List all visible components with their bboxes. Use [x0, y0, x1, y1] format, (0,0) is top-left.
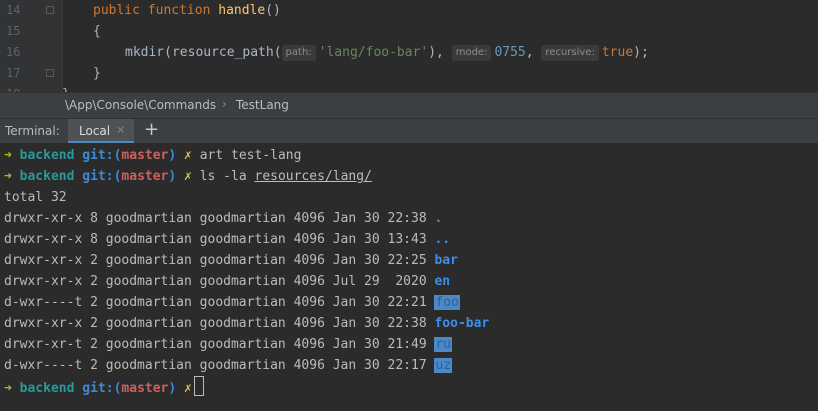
- parameter-hint: recursive:: [541, 45, 599, 61]
- prompt-line[interactable]: ➜ backend git:(master) ✗: [4, 376, 204, 397]
- path-link[interactable]: resources/lang/: [255, 169, 372, 184]
- listing-meta: drwxr-xr-t 2 goodmartian goodmartian 409…: [4, 337, 435, 352]
- prompt-dir: backend: [19, 381, 75, 396]
- line-number: 16: [6, 45, 21, 59]
- prompt-arrow-icon: ➜: [4, 148, 12, 163]
- code-text: }: [93, 66, 101, 81]
- dirty-icon: ✗: [184, 148, 192, 163]
- listing-name-highlighted: foo: [434, 295, 460, 310]
- keyword: public: [93, 3, 140, 18]
- tab-label: Local: [79, 124, 111, 138]
- prompt-branch: master: [121, 381, 169, 396]
- breadcrumb-namespace[interactable]: \App\Console\Commands: [65, 98, 216, 112]
- line-number-gutter: 14 15 16 17 18: [0, 0, 63, 92]
- dirty-icon: ✗: [184, 169, 192, 184]
- dirty-icon: ✗: [184, 381, 192, 396]
- listing-name: foo-bar: [434, 316, 490, 331]
- breadcrumb: \App\Console\Commands › TestLang: [0, 92, 818, 119]
- fold-marker-icon[interactable]: [46, 6, 54, 14]
- tab-local[interactable]: Local ×: [68, 119, 134, 143]
- prompt-git: git:(: [82, 148, 122, 163]
- command-text: art test-lang: [199, 148, 302, 163]
- fold-marker-icon[interactable]: [46, 69, 54, 77]
- code-line: {: [93, 21, 101, 42]
- terminal-toolbar: Terminal: Local × +: [0, 118, 818, 144]
- code-line: mkdir(resource_path(path:'lang/foo-bar')…: [125, 42, 649, 63]
- listing-row: drwxr-xr-x 2 goodmartian goodmartian 409…: [4, 271, 450, 292]
- line-number: 15: [6, 24, 21, 38]
- listing-meta: d-wxr----t 2 goodmartian goodmartian 409…: [4, 358, 435, 373]
- code-text: ),: [428, 45, 444, 60]
- listing-name: bar: [434, 253, 458, 268]
- keyword: function: [147, 3, 211, 18]
- parameter-hint: path:: [281, 45, 316, 61]
- prompt-arrow-icon: ➜: [4, 381, 12, 396]
- breadcrumb-class[interactable]: TestLang: [236, 98, 289, 112]
- code-line: public function handle(): [93, 0, 281, 21]
- prompt-line: ➜ backend git:(master) ✗ ls -la resource…: [4, 166, 372, 187]
- code-editor[interactable]: 14 15 16 17 18 public function handle() …: [0, 0, 818, 92]
- line-number: 18: [6, 84, 36, 92]
- line-number: 17: [6, 66, 21, 80]
- prompt-git: git:(: [82, 169, 122, 184]
- listing-meta: drwxr-xr-x 2 goodmartian goodmartian 409…: [4, 274, 435, 289]
- listing-meta: drwxr-xr-x 2 goodmartian goodmartian 409…: [4, 253, 435, 268]
- listing-meta: drwxr-xr-x 8 goodmartian goodmartian 409…: [4, 232, 435, 247]
- text-cursor: [193, 376, 204, 396]
- terminal-output[interactable]: ➜ backend git:(master) ✗ art test-lang ➜…: [0, 143, 818, 411]
- listing-name: ..: [434, 232, 451, 247]
- listing-meta: drwxr-xr-x 2 goodmartian goodmartian 409…: [4, 316, 435, 331]
- code-text: mkdir(resource_path(: [125, 45, 282, 60]
- listing-name-highlighted: ru: [434, 337, 453, 352]
- function-name: handle: [218, 3, 266, 18]
- prompt-git: git:(: [82, 381, 122, 396]
- listing-row: drwxr-xr-t 2 goodmartian goodmartian 409…: [4, 334, 453, 355]
- new-tab-icon[interactable]: +: [144, 119, 159, 140]
- output-line: total 32: [4, 190, 67, 205]
- listing-meta: drwxr-xr-x 8 goodmartian goodmartian 409…: [4, 211, 435, 226]
- close-icon[interactable]: ×: [116, 123, 125, 136]
- listing-name-highlighted: uz: [434, 358, 453, 373]
- listing-row: drwxr-xr-x 8 goodmartian goodmartian 409…: [4, 208, 442, 229]
- code-text: ,: [525, 45, 534, 60]
- code-text: {: [93, 24, 101, 39]
- code-line: }: [93, 63, 101, 84]
- prompt-dir: backend: [19, 148, 75, 163]
- listing-name: .: [434, 211, 443, 226]
- code-line: }: [62, 84, 70, 92]
- listing-name: en: [434, 274, 451, 289]
- listing-row: drwxr-xr-x 8 goodmartian goodmartian 409…: [4, 229, 450, 250]
- keyword: true: [601, 45, 634, 60]
- listing-row: drwxr-xr-x 2 goodmartian goodmartian 409…: [4, 250, 458, 271]
- code-text: (): [265, 3, 281, 18]
- command-text: ls -la: [199, 169, 255, 184]
- prompt-branch: master: [121, 169, 169, 184]
- terminal-label: Terminal:: [5, 124, 60, 138]
- prompt-git-close: ): [168, 169, 177, 184]
- prompt-line: ➜ backend git:(master) ✗ art test-lang: [4, 145, 301, 166]
- prompt-arrow-icon: ➜: [4, 169, 12, 184]
- string-literal: 'lang/foo-bar': [318, 45, 429, 60]
- listing-row: d-wxr----t 2 goodmartian goodmartian 409…: [4, 292, 460, 313]
- prompt-branch: master: [121, 148, 169, 163]
- listing-row: drwxr-xr-x 2 goodmartian goodmartian 409…: [4, 313, 489, 334]
- number-literal: 0755: [494, 45, 526, 60]
- prompt-git-close: ): [168, 148, 177, 163]
- breadcrumb-separator-icon: ›: [222, 97, 227, 111]
- prompt-dir: backend: [19, 169, 75, 184]
- listing-row: d-wxr----t 2 goodmartian goodmartian 409…: [4, 355, 453, 376]
- parameter-hint: mode:: [451, 45, 492, 61]
- line-number: 14: [6, 3, 21, 17]
- prompt-git-close: ): [168, 381, 177, 396]
- listing-meta: d-wxr----t 2 goodmartian goodmartian 409…: [4, 295, 435, 310]
- code-text: );: [633, 45, 649, 60]
